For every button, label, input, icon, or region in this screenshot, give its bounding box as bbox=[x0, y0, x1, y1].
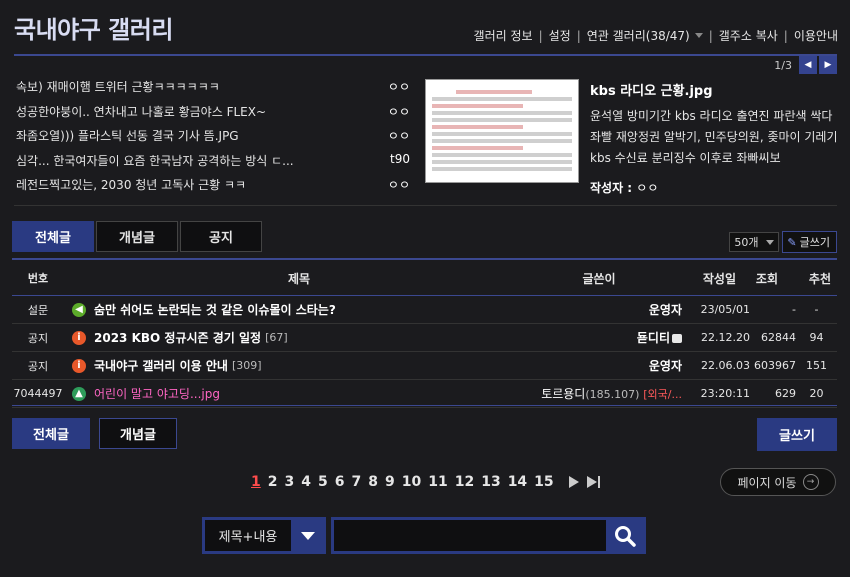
page-link[interactable]: 2 bbox=[268, 474, 278, 490]
page-link[interactable]: 7 bbox=[352, 474, 362, 490]
tab-notice[interactable]: 공지 bbox=[180, 221, 262, 252]
featured-post-desc[interactable]: 윤석열 방미기간 kbs 라디오 출연진 파란색 싹다 좌빨 재앙정권 알박기,… bbox=[590, 106, 838, 169]
page-link[interactable]: 9 bbox=[385, 474, 395, 490]
section-divider bbox=[14, 205, 837, 206]
next-arrow-icon[interactable]: ▶ bbox=[819, 56, 837, 74]
page-link[interactable]: 10 bbox=[402, 474, 421, 490]
page-link[interactable]: 3 bbox=[285, 474, 295, 490]
writer-badge-icon bbox=[672, 334, 682, 343]
survey-icon: ◀ bbox=[72, 302, 86, 317]
page-link[interactable]: 8 bbox=[368, 474, 378, 490]
tab-concept-posts[interactable]: 개념글 bbox=[96, 221, 178, 252]
pencil-icon: ✎ bbox=[787, 235, 797, 249]
search-icon[interactable] bbox=[606, 520, 643, 551]
featured-post-author: 작성자 : ㅇㅇ bbox=[590, 181, 659, 195]
nav-usage-guide[interactable]: 이용안내 bbox=[794, 27, 838, 44]
news-item[interactable]: 성공한야붕이.. 연차내고 나홀로 황금야스 FLEX~ ㅇㅇ bbox=[16, 103, 410, 128]
table-row[interactable]: 설문 ◀ 숨만 쉬어도 논란되는 것 같은 이슈몰이 스타는? 운영자 23/05… bbox=[12, 296, 837, 324]
page-link[interactable]: 14 bbox=[508, 474, 527, 490]
chevron-down-icon[interactable] bbox=[694, 33, 703, 38]
page-link[interactable]: 12 bbox=[455, 474, 474, 490]
next-page-icon[interactable] bbox=[568, 476, 579, 488]
list-tabs: 전체글 개념글 공지 bbox=[12, 221, 264, 252]
news-item[interactable]: 레전드찍고있는, 2030 청년 고독사 근황 ㅋㅋ ㅇㅇ bbox=[16, 176, 410, 201]
news-item[interactable]: 심각... 한국여자들이 요즘 한국남자 공격하는 방식 ㄷ... t90 bbox=[16, 152, 410, 177]
featured-page-count: 1/3 bbox=[774, 58, 792, 72]
page-link[interactable]: 13 bbox=[481, 474, 500, 490]
pagination: 1 2 3 4 5 6 7 8 9 10 11 12 13 14 15 bbox=[251, 474, 600, 490]
nav-gallery-info[interactable]: 갤러리 정보 bbox=[474, 27, 533, 44]
post-list: 설문 ◀ 숨만 쉬어도 논란되는 것 같은 이슈몰이 스타는? 운영자 23/05… bbox=[12, 296, 837, 408]
chevron-down-icon bbox=[766, 239, 775, 245]
search-bar bbox=[331, 517, 646, 554]
prev-arrow-icon[interactable]: ◀ bbox=[799, 56, 817, 74]
page-link[interactable]: 6 bbox=[335, 474, 345, 490]
notice-icon: i bbox=[72, 330, 86, 345]
header-divider bbox=[14, 54, 837, 56]
page-link[interactable]: 11 bbox=[428, 474, 447, 490]
list-count-select[interactable]: 50개 bbox=[729, 232, 780, 252]
bottom-tabs: 전체글 개념글 bbox=[12, 418, 186, 449]
nav-settings[interactable]: 설정 bbox=[549, 27, 571, 44]
tab-all-posts[interactable]: 전체글 bbox=[12, 221, 94, 252]
arrow-right-icon: → bbox=[802, 474, 819, 490]
gallery-title[interactable]: 국내야구 갤러리 bbox=[14, 10, 173, 45]
image-icon: ▲ bbox=[72, 386, 86, 401]
table-row[interactable]: 공지 i 국내야구 갤러리 이용 안내 [309] 운영자 22.06.03 603… bbox=[12, 352, 837, 380]
table-bottom-border bbox=[12, 405, 837, 406]
notice-icon: i bbox=[72, 358, 86, 373]
chevron-down-icon bbox=[301, 531, 315, 540]
write-button[interactable]: 글쓰기 bbox=[757, 418, 837, 451]
bottom-tab-concept-posts[interactable]: 개념글 bbox=[99, 418, 177, 449]
featured-post: kbs 라디오 근황.jpg 윤석열 방미기간 kbs 라디오 출연진 파란색 … bbox=[590, 80, 838, 196]
list-options: 50개 ✎ 글쓰기 bbox=[729, 231, 837, 253]
search-scope-select[interactable]: 제목+내용 bbox=[202, 517, 326, 554]
search-input[interactable] bbox=[334, 520, 606, 551]
featured-pager: 1/3 ◀ ▶ bbox=[774, 56, 837, 74]
table-row[interactable]: 공지 i 2023 KBO 정규시즌 경기 일정 [67] 됻디티 22.12.20… bbox=[12, 324, 837, 352]
page-link[interactable]: 15 bbox=[534, 474, 553, 490]
table-header: 번호 제목 글쓴이 작성일 조회 추천 bbox=[27, 271, 831, 286]
table-row[interactable]: 7044497 ▲ 어린이 말고 야고딩...jpg 토르용디(185.107) … bbox=[12, 380, 837, 408]
page-link[interactable]: 5 bbox=[318, 474, 328, 490]
featured-news-list: 속보) 재매이햄 트위터 근황ㅋㅋㅋㅋㅋㅋ ㅇㅇ 성공한야붕이.. 연차내고 나홀… bbox=[16, 78, 410, 201]
last-page-icon[interactable] bbox=[586, 476, 600, 488]
page-link[interactable]: 1 bbox=[251, 474, 261, 490]
nav-copy-address[interactable]: 갤주소 복사 bbox=[719, 27, 778, 44]
page-goto-button[interactable]: 페이지 이동 → bbox=[720, 468, 836, 496]
page-link[interactable]: 4 bbox=[301, 474, 311, 490]
nav-related-galleries[interactable]: 연관 갤러리(38/47) bbox=[587, 27, 690, 44]
news-item[interactable]: 좌좀오열))) 플라스틱 선동 결국 기사 뜸.JPG ㅇㅇ bbox=[16, 127, 410, 152]
featured-thumbnail[interactable] bbox=[425, 79, 579, 183]
news-item[interactable]: 속보) 재매이햄 트위터 근황ㅋㅋㅋㅋㅋㅋ ㅇㅇ bbox=[16, 78, 410, 103]
table-top-border bbox=[12, 258, 837, 260]
write-button-small[interactable]: ✎ 글쓰기 bbox=[782, 231, 837, 253]
featured-post-title[interactable]: kbs 라디오 근황.jpg bbox=[590, 80, 838, 99]
bottom-tab-all-posts[interactable]: 전체글 bbox=[12, 418, 90, 449]
top-nav: 갤러리 정보 | 설정 | 연관 갤러리(38/47) | 갤주소 복사 | 이… bbox=[473, 27, 838, 44]
